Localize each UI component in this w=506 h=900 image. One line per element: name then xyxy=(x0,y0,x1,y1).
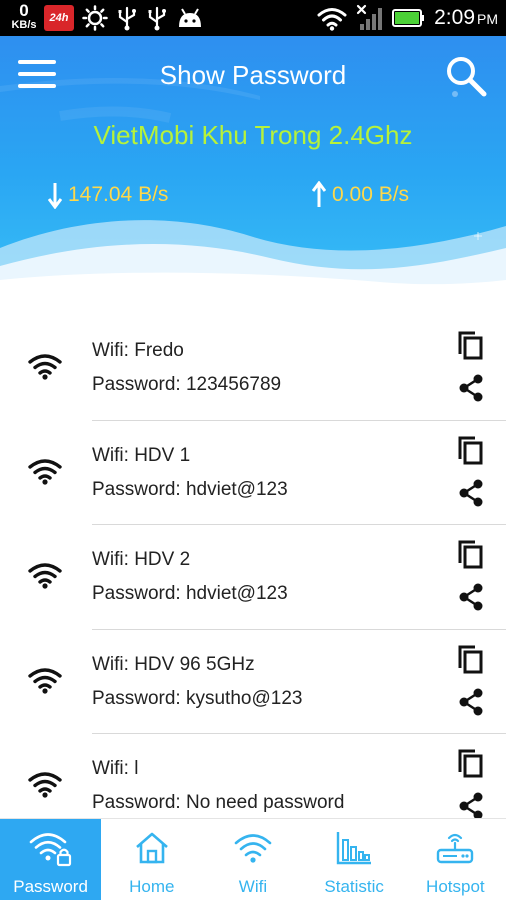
router-icon xyxy=(437,833,474,864)
wifi-name: Wifi: HDV 2 xyxy=(92,549,191,570)
wifi-lock-icon xyxy=(29,833,71,867)
wifi-name: Wifi: l xyxy=(92,758,139,779)
battery-icon xyxy=(392,9,425,27)
clock-time: 2:09 xyxy=(434,6,475,29)
android-icon xyxy=(179,8,201,27)
tab-statistic[interactable]: Statistic xyxy=(304,819,405,900)
wifi-password[interactable]: Password: hdviet@123 xyxy=(92,479,288,501)
wifi-icon xyxy=(28,667,62,694)
wifi-icon xyxy=(28,354,62,380)
tab-label: Hotspot xyxy=(426,877,485,896)
wifi-name: Wifi: Fredo xyxy=(92,340,184,361)
bar-chart-icon xyxy=(336,832,372,865)
tab-wifi[interactable]: Wifi xyxy=(202,819,303,900)
list-item: Wifi: HDV 1 Password: hdviet@123 xyxy=(0,421,506,525)
cell-signal-icon xyxy=(357,4,383,30)
speed-unit: KB/s xyxy=(11,19,37,31)
copy-icon[interactable] xyxy=(456,748,484,778)
wifi-icon xyxy=(28,772,62,798)
share-icon[interactable] xyxy=(458,688,484,716)
tab-label: Password xyxy=(13,877,88,896)
copy-icon[interactable] xyxy=(456,435,484,465)
network-speed-indicator: 0 KB/s xyxy=(8,2,40,31)
brightness-icon xyxy=(82,5,108,31)
tab-label: Home xyxy=(129,877,175,896)
wifi-password[interactable]: Password: kysutho@123 xyxy=(92,688,302,710)
arrow-down-icon xyxy=(48,183,62,209)
list-item: Wifi: HDV 2 Password: hdviet@123 xyxy=(0,525,506,630)
app-header: Show Password VietMobi Khu Trong 2.4Ghz … xyxy=(0,36,506,286)
wifi-password[interactable]: Password: hdviet@123 xyxy=(92,583,288,605)
news-app-icon: 24h xyxy=(44,5,74,31)
arrow-up-icon xyxy=(312,181,326,207)
share-icon[interactable] xyxy=(458,583,484,611)
wifi-password[interactable]: Password: 123456789 xyxy=(92,374,281,396)
connected-network-name: VietMobi Khu Trong 2.4Ghz xyxy=(93,120,413,150)
system-status-icons: 2:09 PM xyxy=(316,0,498,36)
usb-icon-2 xyxy=(148,6,166,31)
status-bar: 0 KB/s 24h 2:09 PM xyxy=(0,0,506,36)
clock: 2:09 PM xyxy=(434,6,498,30)
list-item: Wifi: l Password: No need password xyxy=(0,734,506,818)
share-icon[interactable] xyxy=(458,374,484,402)
usb-icon xyxy=(118,6,136,31)
upload-speed: 0.00 B/s xyxy=(312,181,409,209)
list-item: Wifi: Fredo Password: 123456789 xyxy=(0,316,506,421)
page-title: Show Password xyxy=(159,60,347,90)
notification-icons: 24h xyxy=(44,4,204,32)
speed-value: 0 xyxy=(19,1,29,20)
download-speed-value: 147.04 B/s xyxy=(68,183,169,206)
search-button[interactable] xyxy=(444,54,488,98)
copy-icon[interactable] xyxy=(456,330,484,360)
share-icon[interactable] xyxy=(458,479,484,507)
wifi-password[interactable]: Password: No need password xyxy=(92,792,344,814)
tab-hotspot[interactable]: Hotspot xyxy=(405,819,506,900)
tab-label: Statistic xyxy=(324,877,384,896)
clock-ampm: PM xyxy=(477,11,498,27)
tab-password[interactable]: Password xyxy=(0,819,102,900)
wifi-signal-icon xyxy=(317,8,347,31)
wifi-password-list: Wifi: Fredo Password: 123456789 Wifi: HD… xyxy=(0,316,506,818)
wifi-icon xyxy=(28,563,62,589)
bottom-navigation: Password Home Wifi Statistic Hotspot xyxy=(0,818,506,900)
copy-icon[interactable] xyxy=(456,539,484,569)
copy-icon[interactable] xyxy=(456,644,484,674)
home-icon xyxy=(135,832,168,864)
share-icon[interactable] xyxy=(458,792,484,818)
wifi-name: Wifi: HDV 96 5GHz xyxy=(92,653,255,675)
wifi-icon xyxy=(234,834,272,863)
tab-home[interactable]: Home xyxy=(101,819,202,900)
tab-label: Wifi xyxy=(238,877,268,896)
search-icon xyxy=(447,57,487,97)
upload-speed-value: 0.00 B/s xyxy=(332,183,410,206)
download-speed: 147.04 B/s xyxy=(48,181,168,209)
wifi-name: Wifi: HDV 1 xyxy=(92,444,191,466)
wifi-icon xyxy=(28,458,62,485)
list-item: Wifi: HDV 96 5GHz Password: kysutho@123 xyxy=(0,630,506,734)
